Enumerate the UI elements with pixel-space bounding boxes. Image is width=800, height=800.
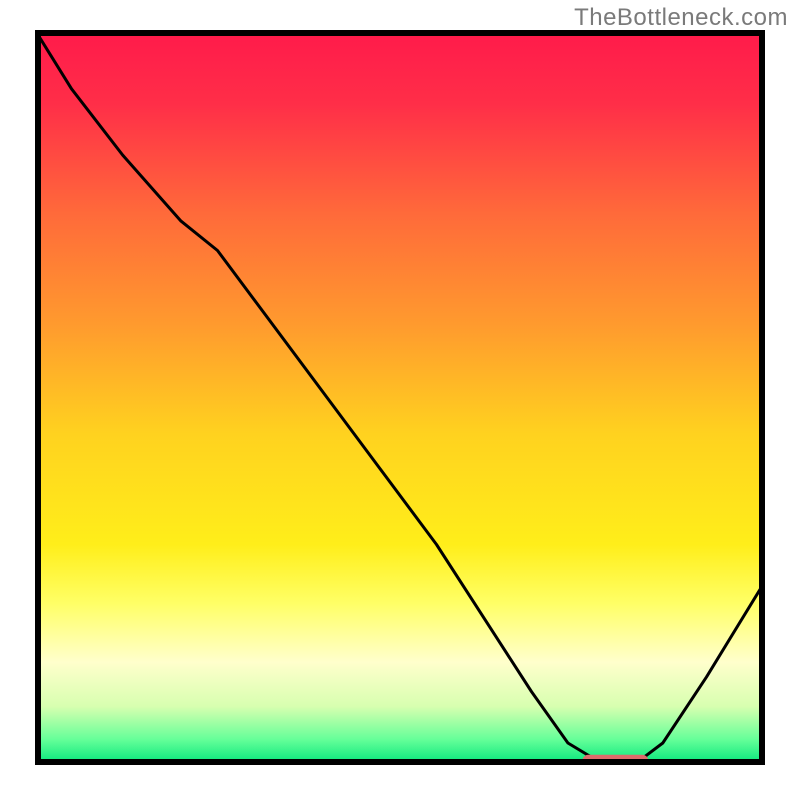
watermark-text: TheBottleneck.com xyxy=(574,4,788,32)
chart-svg xyxy=(35,30,765,765)
chart-frame xyxy=(35,30,765,765)
background-gradient xyxy=(35,30,765,765)
